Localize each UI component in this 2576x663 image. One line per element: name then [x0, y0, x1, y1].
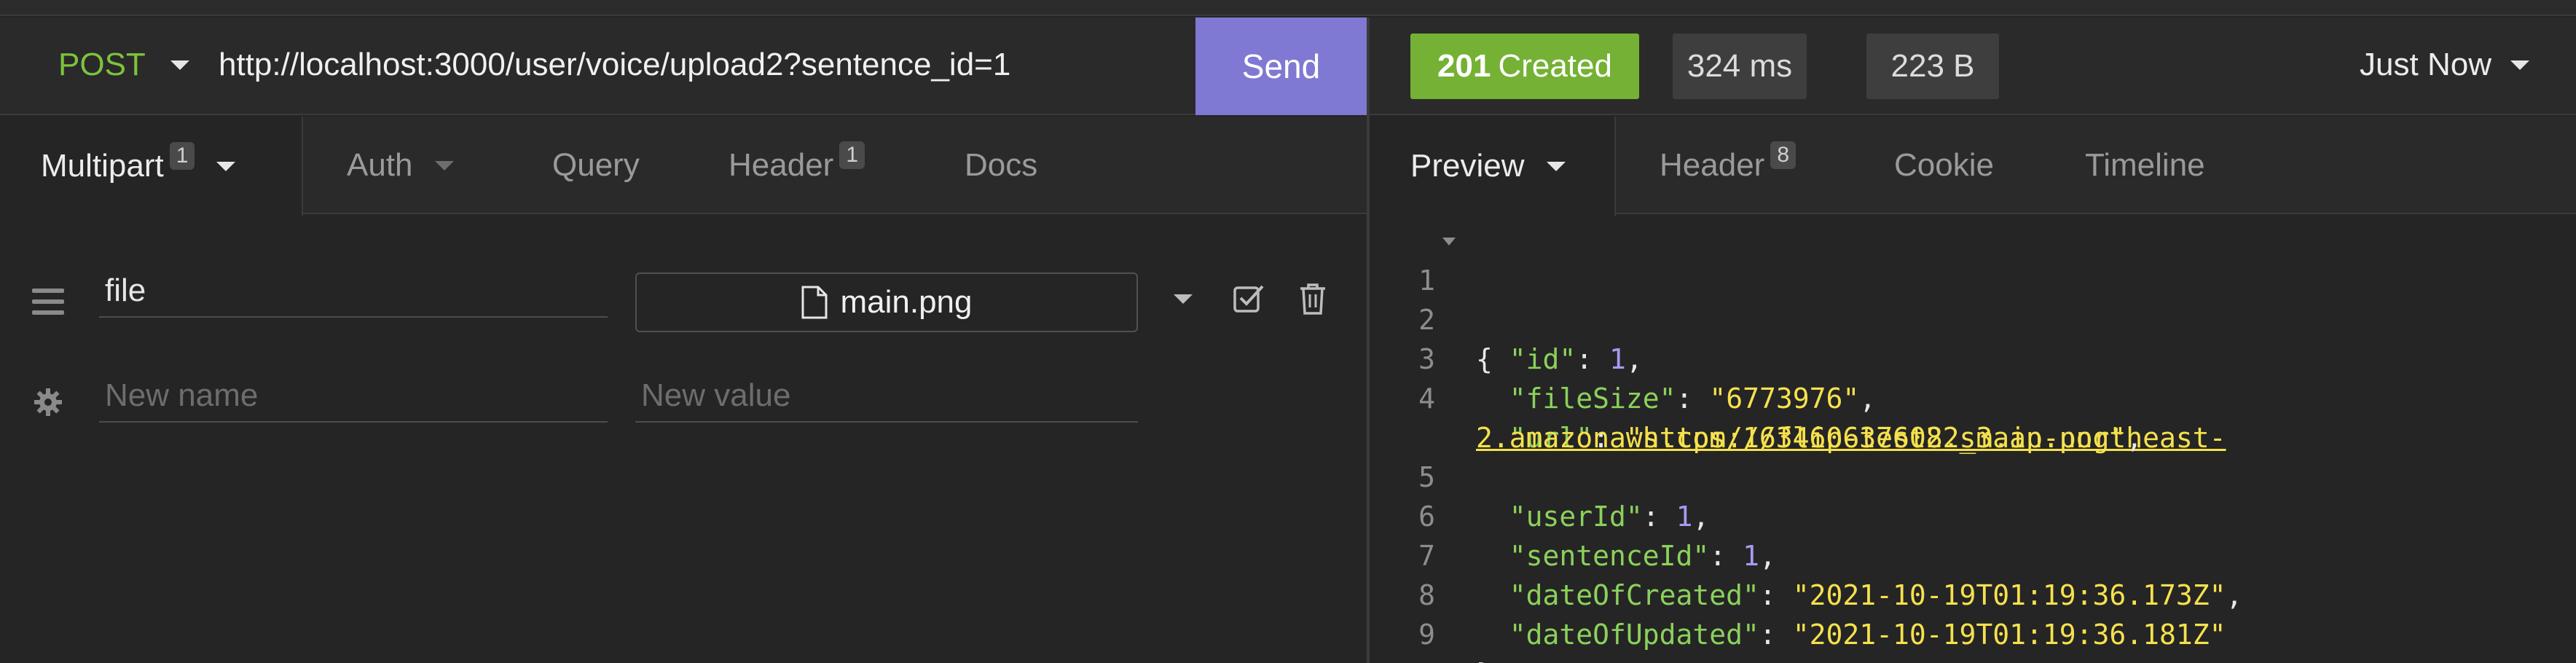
tab-auth[interactable]: Auth [347, 117, 454, 214]
code-line: 1 { [1370, 221, 2576, 375]
delete-row-button[interactable] [1295, 280, 1330, 318]
tab-docs[interactable]: Docs [965, 117, 1037, 214]
tab-cookie[interactable]: Cookie [1894, 117, 1994, 214]
tab-response-header-badge: 8 [1770, 141, 1796, 169]
status-code: 201 [1437, 48, 1491, 84]
chevron-down-icon [2510, 60, 2529, 70]
new-value-placeholder: New value [641, 377, 791, 413]
tab-header[interactable]: Header 1 [729, 117, 865, 214]
file-icon [801, 286, 828, 319]
new-name-placeholder: New name [105, 377, 259, 413]
history-dropdown[interactable]: Just Now [2360, 47, 2529, 83]
response-status-bar: 201 Created 324 ms 223 B Just Now [1370, 17, 2576, 115]
chevron-down-icon [1546, 161, 1566, 171]
tab-timeline-label: Timeline [2085, 147, 2205, 183]
json-brace: } [1476, 658, 1493, 663]
new-value-input[interactable]: New value [635, 370, 1138, 423]
tab-cookie-label: Cookie [1894, 147, 1994, 183]
tab-preview[interactable]: Preview [1370, 117, 1616, 216]
url-input[interactable] [219, 47, 1180, 83]
tab-header-label: Header [729, 147, 834, 183]
new-name-input[interactable]: New name [99, 370, 608, 423]
file-picker-button[interactable]: main.png [635, 272, 1138, 332]
code-line: 6 "sentenceId": 1, [1370, 458, 2576, 572]
tab-response-header[interactable]: Header 8 [1660, 117, 1796, 214]
tab-multipart[interactable]: Multipart 1 [0, 117, 303, 216]
send-button[interactable]: Send [1195, 17, 1367, 115]
multipart-new-row: New name New value [0, 370, 1367, 465]
param-name-field[interactable]: file [99, 265, 608, 318]
history-label: Just Now [2360, 47, 2491, 82]
chevron-down-icon [1174, 294, 1193, 304]
tab-response-header-label: Header [1660, 147, 1765, 183]
tab-multipart-badge: 1 [169, 142, 195, 170]
code-line: 8 "dateOfUpdated": "2021-10-19T01:19:36.… [1370, 536, 2576, 651]
code-line-wrap: 2.amazonaws.com/1634606376082_main.png", [1476, 422, 2143, 454]
tab-preview-label: Preview [1410, 148, 1525, 184]
gear-icon[interactable] [34, 388, 63, 417]
method-selector[interactable]: POST [58, 47, 189, 83]
response-tabs: Preview Header 8 Cookie Timeline [1370, 117, 2576, 216]
tab-header-badge: 1 [839, 141, 865, 169]
tab-query-label: Query [552, 147, 640, 183]
file-name: main.png [840, 284, 973, 320]
request-tabs: Multipart 1 Auth Query Header 1 Docs [0, 117, 1367, 216]
code-line: 7 "dateOfCreated": "2021-10-19T01:19:36.… [1370, 497, 2576, 611]
response-pane: 201 Created 324 ms 223 B Just Now Previe… [1370, 17, 2576, 663]
response-time-badge: 324 ms [1673, 34, 1807, 99]
status-text: Created [1498, 48, 1612, 84]
code-line: 2 "id": 1, [1370, 261, 2576, 375]
tab-query[interactable]: Query [552, 117, 640, 214]
line-number: 9 [1418, 619, 1435, 651]
method-label: POST [58, 47, 146, 82]
chevron-down-icon [170, 60, 189, 70]
checkbox-icon [1233, 285, 1264, 313]
json-string: "2021-10-19T01:19:36.181Z" [1792, 619, 2226, 651]
enable-checkbox[interactable] [1230, 280, 1268, 318]
code-line: 5 "userId": 1, [1370, 418, 2576, 533]
json-key: "dateOfUpdated" [1509, 619, 1759, 651]
code-line: 4 "url": "https://flip-test2.s3.ap-north… [1370, 340, 2576, 454]
chevron-down-icon [216, 161, 236, 171]
drag-handle-icon[interactable] [32, 289, 64, 321]
trash-icon [1300, 283, 1325, 315]
tab-timeline[interactable]: Timeline [2085, 117, 2205, 214]
param-name-value: file [105, 272, 146, 308]
response-size-badge: 223 B [1866, 34, 1999, 99]
tab-multipart-label: Multipart [41, 148, 164, 184]
window-top-strip [0, 0, 2576, 16]
fold-toggle-icon[interactable] [1442, 238, 1456, 246]
code-line: 3 "fileSize": "6773976", [1370, 300, 2576, 415]
chevron-down-icon [434, 160, 454, 170]
url-bar: POST Send [0, 17, 1367, 115]
tab-auth-label: Auth [347, 147, 413, 183]
request-pane: POST Send Multipart 1 Auth Query Header … [0, 17, 1367, 663]
multipart-row: file main.png [0, 265, 1367, 360]
tab-docs-label: Docs [965, 147, 1038, 183]
row-options-dropdown[interactable] [1166, 281, 1201, 316]
status-badge: 201 Created [1410, 34, 1639, 99]
response-body-viewer[interactable]: 1 { 2 "id": 1, 3 "fileSize": "6773976", … [1370, 221, 2576, 663]
code-line: 9 } [1370, 576, 2576, 663]
